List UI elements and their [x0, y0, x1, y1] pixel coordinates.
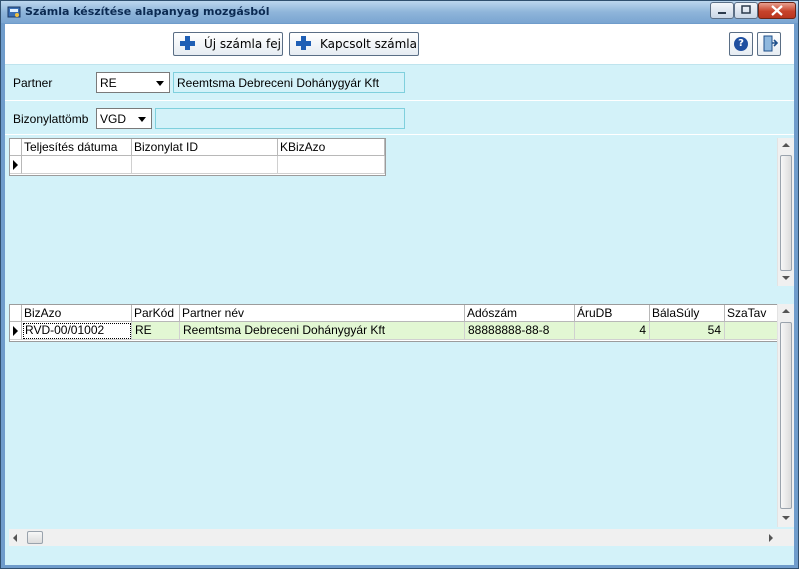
bottom-grid-header-arudb[interactable]: ÁruDB: [575, 305, 650, 322]
partner-name-field[interactable]: Reemtsma Debreceni Dohánygyár Kft: [173, 72, 405, 93]
scroll-down-icon[interactable]: [782, 276, 790, 280]
minimize-icon: [718, 12, 726, 14]
partner-name-value: Reemtsma Debreceni Dohánygyár Kft: [177, 76, 380, 90]
scroll-thumb[interactable]: [780, 155, 792, 271]
row-pointer-icon: [13, 160, 18, 170]
app-icon: [7, 6, 21, 18]
scroll-up-icon[interactable]: [782, 143, 790, 147]
help-button[interactable]: ?: [729, 32, 753, 56]
voucher-block-name-field[interactable]: [155, 108, 405, 129]
row-header-corner: [10, 139, 22, 156]
partner-code-combo[interactable]: RE: [96, 72, 170, 93]
table-cell[interactable]: 4: [575, 322, 650, 340]
maximize-icon: [741, 5, 751, 14]
bottom-grid-header-szatav[interactable]: SzaTav: [725, 305, 778, 322]
row-header[interactable]: [10, 156, 22, 174]
top-grid-header-kbizazo[interactable]: KBizAzo: [278, 139, 385, 156]
scroll-down-icon[interactable]: [782, 516, 790, 520]
table-cell[interactable]: [725, 322, 778, 340]
row-header[interactable]: [10, 322, 22, 340]
exit-door-icon: [763, 35, 779, 52]
bottom-grid-header-parkod[interactable]: ParKód: [132, 305, 180, 322]
voucher-block-value: VGD: [100, 112, 127, 126]
table-cell[interactable]: [22, 156, 132, 174]
help-icon: ?: [734, 37, 748, 51]
table-cell[interactable]: 88888888-88-8: [465, 322, 575, 340]
row-pointer-icon: [13, 326, 18, 336]
top-grid[interactable]: Teljesítés dátuma Bizonylat ID KBizAzo: [9, 138, 386, 176]
chevron-down-icon: [138, 117, 146, 122]
bottom-grid-header-balasuly[interactable]: BálaSúly: [650, 305, 725, 322]
top-grid-header-bizonylat-id[interactable]: Bizonylat ID: [132, 139, 278, 156]
main-window: Számla készítése alapanyag mozgásból Új …: [0, 0, 799, 569]
partner-label: Partner: [13, 76, 53, 90]
scroll-corner: [777, 529, 794, 546]
horizontal-scrollbar[interactable]: [9, 529, 777, 546]
plus-icon: [178, 34, 198, 54]
row-header-corner: [10, 305, 22, 322]
minimize-button[interactable]: [710, 2, 734, 19]
title-bar[interactable]: Számla készítése alapanyag mozgásból: [1, 1, 798, 23]
table-cell[interactable]: Reemtsma Debreceni Dohánygyár Kft: [180, 322, 465, 340]
partner-code-value: RE: [100, 76, 117, 90]
bottom-grid-scrollbar[interactable]: [777, 304, 794, 527]
divider: [5, 134, 794, 135]
close-icon: [771, 5, 783, 16]
table-cell[interactable]: [132, 156, 278, 174]
exit-button[interactable]: [757, 32, 781, 56]
table-cell[interactable]: RVD-00/01002: [22, 322, 132, 340]
voucher-block-label: Bizonylattömb: [13, 112, 89, 126]
voucher-block-combo[interactable]: VGD: [96, 108, 152, 129]
plus-icon: [294, 34, 314, 54]
window-title: Számla készítése alapanyag mozgásból: [25, 5, 270, 18]
bottom-grid-header-partner-nev[interactable]: Partner név: [180, 305, 465, 322]
top-grid-scrollbar[interactable]: [777, 138, 794, 286]
close-button[interactable]: [758, 2, 796, 19]
scroll-thumb[interactable]: [780, 322, 792, 509]
toolbar: Új számla fej Kapcsolt számla ?: [5, 24, 794, 65]
new-invoice-button[interactable]: Új számla fej: [173, 32, 283, 56]
chevron-down-icon: [156, 81, 164, 86]
scroll-up-icon[interactable]: [782, 309, 790, 313]
maximize-button[interactable]: [734, 2, 758, 19]
top-grid-header-teljesites[interactable]: Teljesítés dátuma: [22, 139, 132, 156]
table-cell[interactable]: RE: [132, 322, 180, 340]
divider: [5, 100, 794, 101]
scroll-left-icon[interactable]: [13, 534, 17, 542]
bottom-grid[interactable]: BizAzo ParKód Partner név Adószám ÁruDB …: [9, 304, 778, 342]
bottom-grid-header-bizazo[interactable]: BizAzo: [22, 305, 132, 322]
table-cell[interactable]: [278, 156, 385, 174]
table-cell[interactable]: 54: [650, 322, 725, 340]
bottom-grid-header-adoszam[interactable]: Adószám: [465, 305, 575, 322]
new-invoice-label: Új számla fej: [204, 37, 281, 51]
linked-invoice-label: Kapcsolt számla: [320, 37, 417, 51]
client-area: Új számla fej Kapcsolt számla ? Partner …: [5, 24, 794, 565]
scroll-right-icon[interactable]: [769, 534, 773, 542]
scroll-thumb[interactable]: [27, 531, 43, 544]
linked-invoice-button[interactable]: Kapcsolt számla: [289, 32, 419, 56]
